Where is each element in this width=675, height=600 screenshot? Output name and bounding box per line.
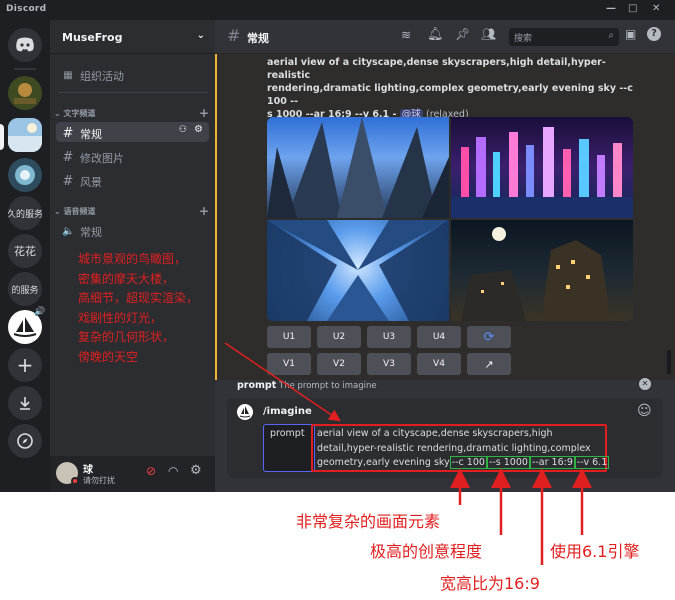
- arrow-to-prompt: [224, 342, 341, 422]
- stylize-annotation: 极高的创意程度: [370, 542, 483, 561]
- version-annotation: 使用6.1引擎: [550, 542, 640, 561]
- chaos-annotation: 非常复杂的画面元素: [296, 512, 441, 531]
- aspect-annotation: 宽高比为16:9: [440, 574, 540, 593]
